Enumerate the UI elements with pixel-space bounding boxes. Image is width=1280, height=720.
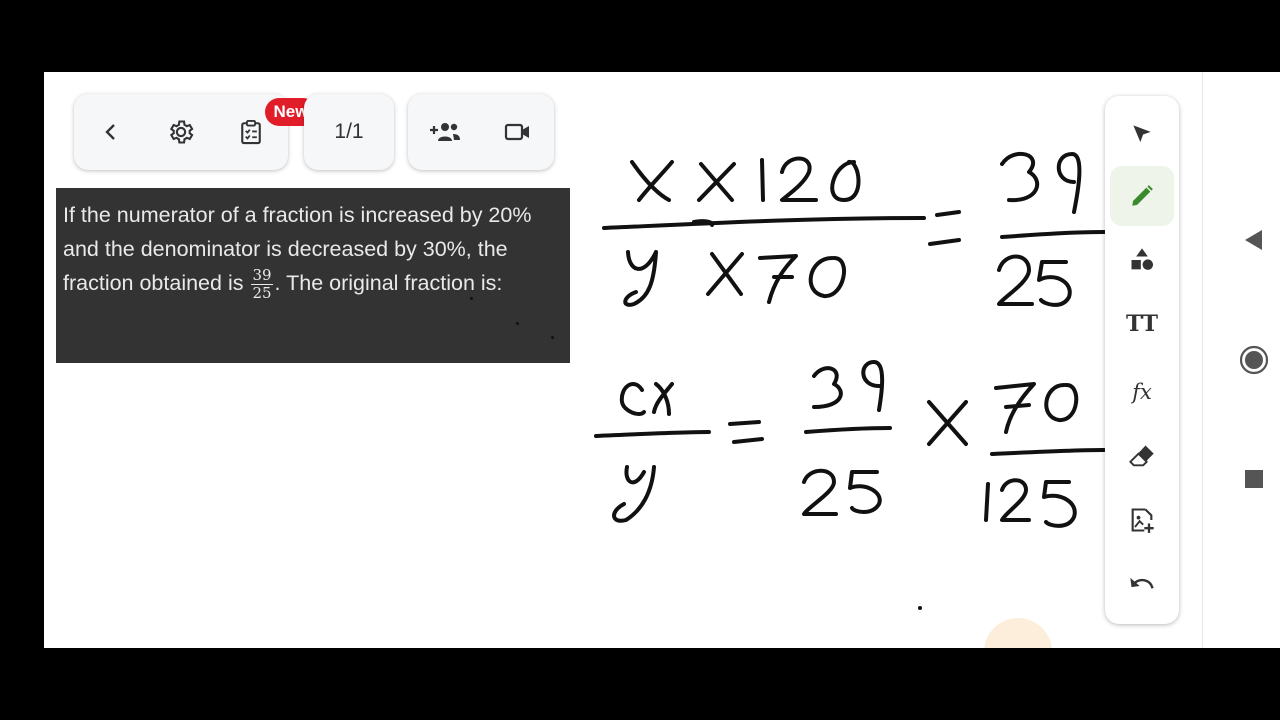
- pencil-icon: [1132, 185, 1153, 206]
- drawing-tools-panel: TT fx: [1105, 96, 1179, 624]
- page-counter-box[interactable]: 1/1: [304, 94, 394, 170]
- shapes-icon: [1131, 248, 1154, 270]
- add-person-icon: [429, 123, 460, 141]
- text-tool[interactable]: TT: [1110, 294, 1174, 354]
- ink-dot: [516, 322, 519, 325]
- system-back-button[interactable]: [1234, 220, 1274, 260]
- question-card: If the numerator of a fraction is increa…: [56, 188, 570, 363]
- eraser-tool[interactable]: [1110, 426, 1174, 486]
- formula-tool[interactable]: fx: [1110, 362, 1174, 422]
- eraser-icon: [1129, 445, 1154, 467]
- screen: New 1/1 If the numerator of a fraction i…: [44, 72, 1280, 648]
- shapes-tool[interactable]: [1110, 230, 1174, 290]
- add-participant-button[interactable]: [410, 94, 480, 170]
- add-image-tool[interactable]: [1110, 490, 1174, 550]
- recents-square-icon: [1245, 470, 1263, 488]
- back-triangle-icon: [1245, 230, 1262, 250]
- question-fraction: 39 25: [251, 265, 273, 302]
- nav-toolbar: [74, 94, 288, 170]
- back-button[interactable]: [76, 94, 146, 170]
- select-tool[interactable]: [1110, 104, 1174, 164]
- ink-dot: [551, 336, 554, 339]
- ink-dot: [470, 297, 473, 300]
- gear-icon: [169, 120, 194, 144]
- formula-icon: fx: [1132, 380, 1152, 404]
- fraction-denominator: 25: [252, 283, 272, 302]
- undo-button[interactable]: [1110, 556, 1174, 616]
- question-text-part2: . The original fraction is:: [274, 271, 503, 295]
- system-divider: [1202, 72, 1203, 648]
- pointer-icon: [1133, 125, 1151, 143]
- fraction-numerator: 39: [251, 265, 273, 285]
- collab-toolbar: [408, 94, 554, 170]
- add-image-icon: [1131, 508, 1154, 533]
- page-counter: 1/1: [334, 120, 364, 143]
- back-icon: [105, 124, 115, 140]
- home-circle-icon: [1239, 345, 1269, 375]
- system-recents-button[interactable]: [1234, 459, 1274, 499]
- video-button[interactable]: [483, 94, 553, 170]
- undo-icon: [1130, 577, 1154, 589]
- text-icon: TT: [1126, 311, 1158, 337]
- clipboard-icon: [241, 119, 261, 145]
- pen-tool[interactable]: [1110, 166, 1174, 226]
- system-home-button[interactable]: [1234, 340, 1274, 380]
- settings-button[interactable]: [146, 94, 216, 170]
- video-icon: [504, 123, 529, 141]
